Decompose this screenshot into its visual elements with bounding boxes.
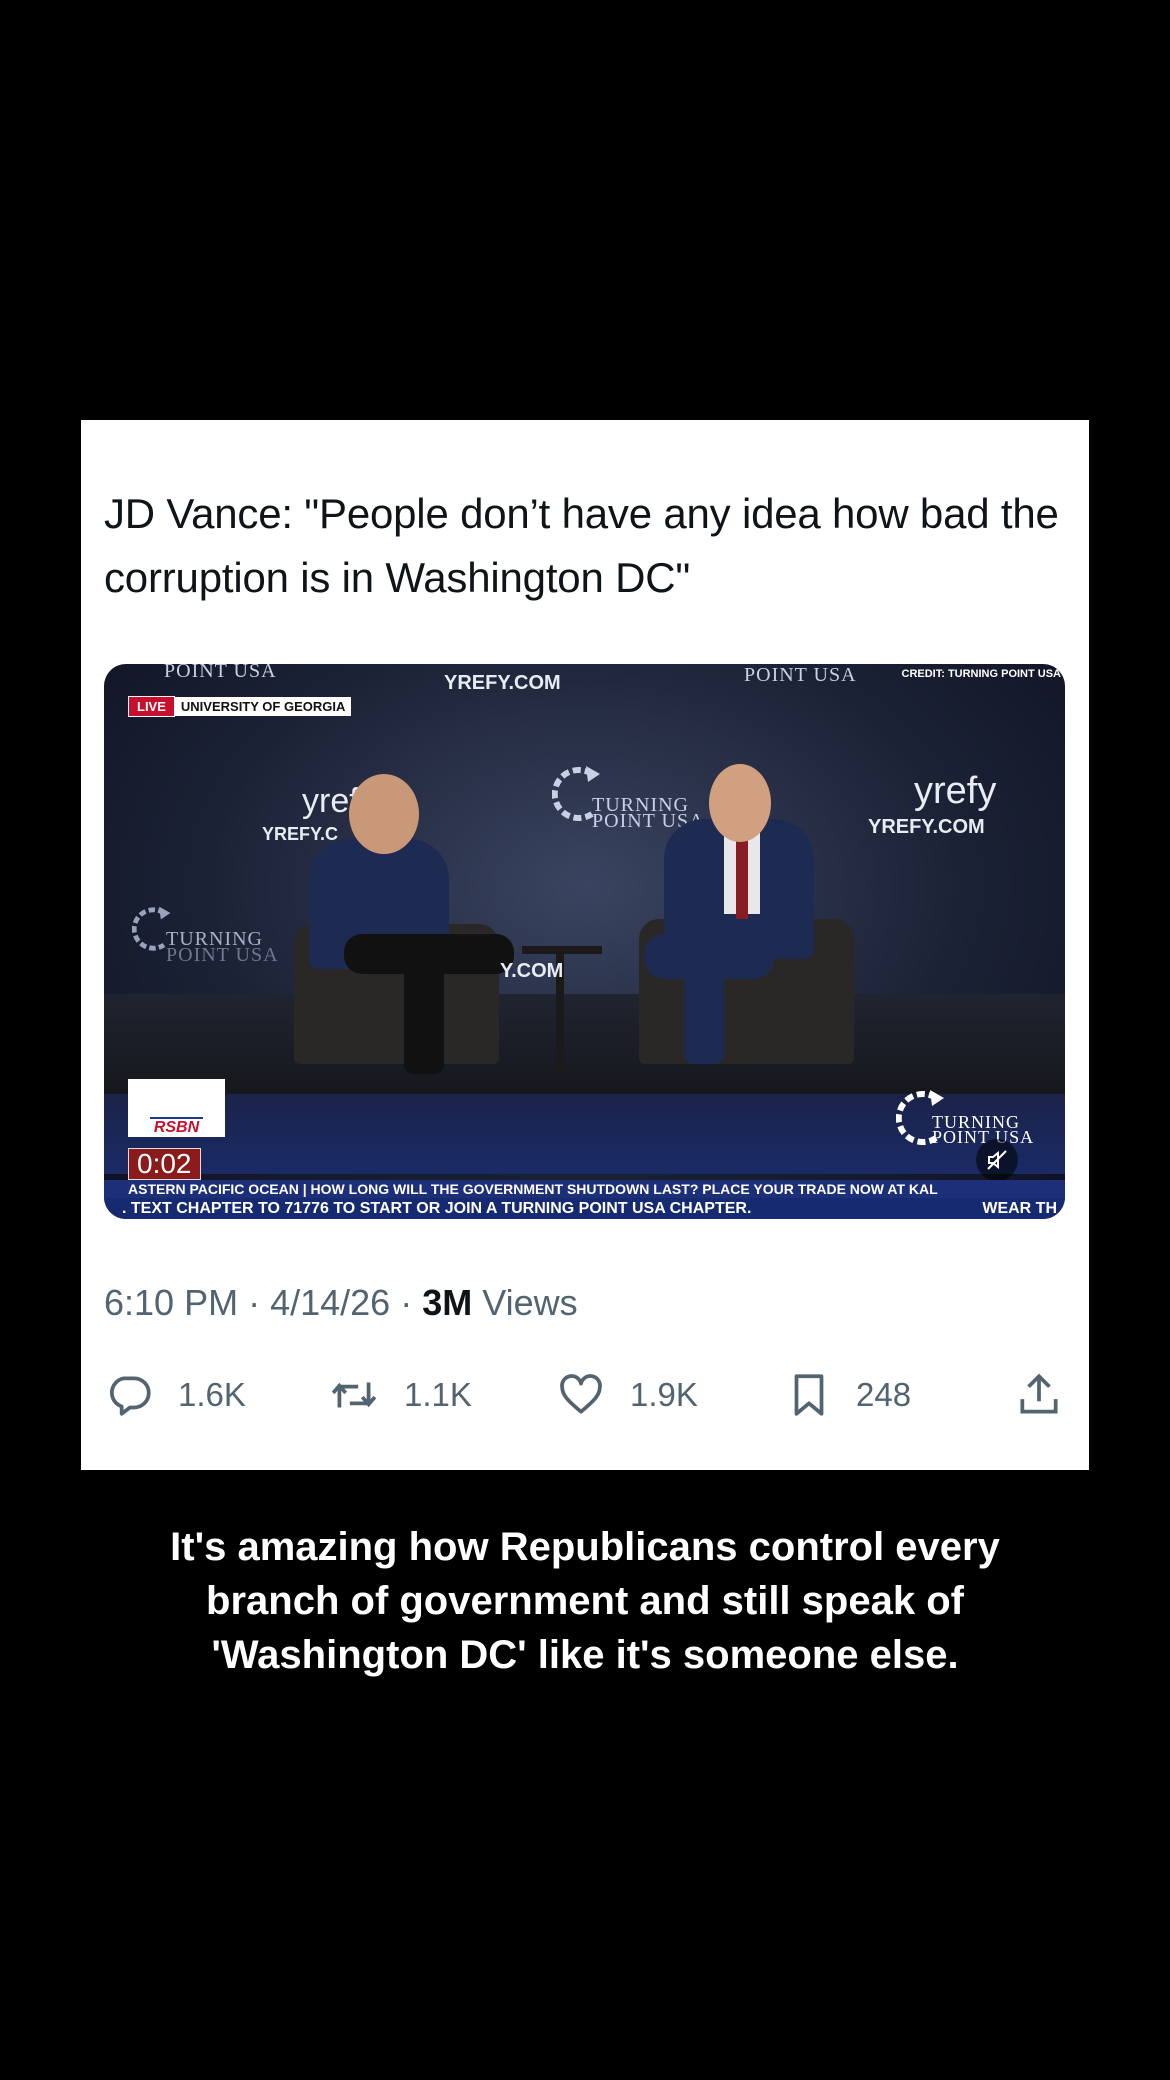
meta-separator: · — [400, 1282, 423, 1323]
tweet-text: JD Vance: "People don’t have any idea ho… — [104, 490, 1059, 601]
caption-line: 'Washington DC' like it's someone else. — [211, 1633, 959, 1677]
mute-button[interactable] — [976, 1139, 1018, 1181]
person-right-shin — [684, 964, 724, 1064]
reply-count: 1.6K — [178, 1376, 246, 1413]
bookmark-count: 248 — [856, 1376, 912, 1413]
news-ticker-top: ASTERN PACIFIC OCEAN | HOW LONG WILL THE… — [104, 1180, 1065, 1198]
caption-line: branch of government and still speak of — [206, 1579, 964, 1623]
views-count: 3M — [422, 1282, 473, 1323]
person-right-tie — [736, 829, 748, 919]
live-label: LIVE — [128, 695, 175, 717]
caption-line: It's amazing how Republicans control eve… — [170, 1525, 1000, 1569]
location-label: UNIVERSITY OF GEORGIA — [174, 696, 352, 716]
repost-count: 1.1K — [404, 1376, 472, 1413]
video-player[interactable]: POINT USA YREFY.COM POINT USA CREDIT: TU… — [104, 664, 1065, 1219]
bookmark-button[interactable]: 248 — [784, 1370, 911, 1420]
side-table-top — [522, 946, 602, 954]
repost-button[interactable]: 1.1K — [326, 1370, 472, 1420]
banner-top-left: POINT USA — [164, 664, 277, 682]
action-bar: 1.6K 1.1K 1.9K 248 — [104, 1370, 1064, 1420]
reply-button[interactable]: 1.6K — [104, 1370, 246, 1420]
person-right-head — [709, 764, 771, 842]
repost-icon — [331, 1382, 377, 1408]
speaker-muted-icon — [987, 1150, 1007, 1170]
person-left-shin — [404, 954, 444, 1074]
share-button[interactable] — [1014, 1370, 1064, 1420]
banner-right: YREFY.COM — [868, 816, 985, 838]
heart-icon — [560, 1374, 602, 1414]
share-icon — [1020, 1373, 1058, 1414]
tweet-time: 6:10 PM — [104, 1282, 239, 1323]
tweet-meta: 6:10 PM · 4/14/26 · 3M Views — [104, 1282, 578, 1324]
banner-left: YREFY.C — [262, 824, 339, 844]
rsbn-logo: RSBN — [128, 1079, 225, 1137]
yrefy-logo-right: yrefy — [914, 770, 997, 812]
video-caption: It's amazing how Republicans control eve… — [0, 1520, 1170, 1682]
news-ticker-bottom-right: WEAR TH — [982, 1200, 1057, 1217]
banner-top-center: YREFY.COM — [444, 672, 561, 694]
like-count: 1.9K — [630, 1376, 698, 1413]
banner-top-right: POINT USA — [744, 664, 857, 686]
video-credit: CREDIT: TURNING POINT USA — [901, 668, 1062, 680]
bookmark-icon — [794, 1374, 824, 1416]
banner-mid-fragment: Y.COM — [500, 960, 564, 982]
tweet-card[interactable]: JD Vance: "People don’t have any idea ho… — [81, 420, 1089, 1470]
person-left-head — [349, 774, 419, 854]
live-badge: LIVE UNIVERSITY OF GEORGIA — [128, 695, 352, 717]
stage — [104, 994, 1065, 1099]
meta-separator: · — [248, 1282, 271, 1323]
tweet-date: 4/14/26 — [270, 1282, 391, 1323]
like-button[interactable]: 1.9K — [554, 1370, 698, 1420]
reply-icon — [109, 1376, 151, 1416]
banner-side-left-2: POINT USA — [166, 944, 279, 966]
views-label: Views — [482, 1282, 578, 1323]
news-ticker-bottom: . TEXT CHAPTER TO 71776 TO START OR JOIN… — [104, 1198, 1065, 1219]
video-timer: 0:02 — [128, 1148, 201, 1180]
news-ticker-bottom-text: . TEXT CHAPTER TO 71776 TO START OR JOIN… — [122, 1200, 752, 1217]
